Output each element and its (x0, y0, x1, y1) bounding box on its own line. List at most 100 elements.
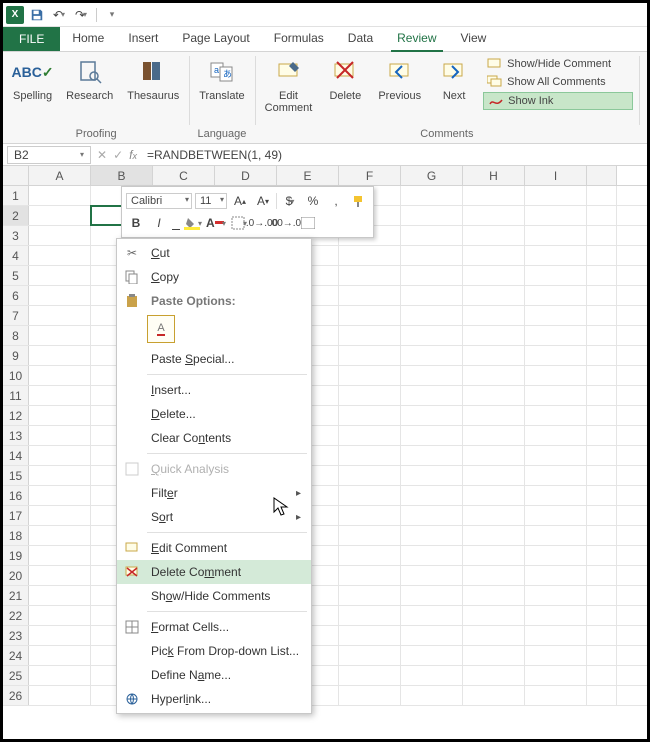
cell-F5[interactable] (339, 266, 401, 285)
protect-sheet-button[interactable]: Protect Sheet (645, 54, 650, 116)
rowheader-15[interactable]: 15 (3, 466, 29, 485)
cell-F12[interactable] (339, 406, 401, 425)
cell-H24[interactable] (463, 646, 525, 665)
cell-I12[interactable] (525, 406, 587, 425)
enter-icon[interactable]: ✓ (113, 148, 123, 162)
rowheader-14[interactable]: 14 (3, 446, 29, 465)
cell-I16[interactable] (525, 486, 587, 505)
cell-A10[interactable] (29, 366, 91, 385)
undo-icon[interactable]: ↶▾ (50, 6, 68, 24)
cell-I2[interactable] (525, 206, 587, 225)
rowheader-3[interactable]: 3 (3, 226, 29, 245)
cell-A15[interactable] (29, 466, 91, 485)
cell-I6[interactable] (525, 286, 587, 305)
rowheader-18[interactable]: 18 (3, 526, 29, 545)
cell-F10[interactable] (339, 366, 401, 385)
cell-H21[interactable] (463, 586, 525, 605)
cell-A4[interactable] (29, 246, 91, 265)
col-D[interactable]: D (215, 166, 277, 185)
rowheader-12[interactable]: 12 (3, 406, 29, 425)
cell-G25[interactable] (401, 666, 463, 685)
cell-F24[interactable] (339, 646, 401, 665)
customize-qat-icon[interactable]: ▾ (103, 6, 121, 24)
rowheader-10[interactable]: 10 (3, 366, 29, 385)
cell-F23[interactable] (339, 626, 401, 645)
cell-G3[interactable] (401, 226, 463, 245)
cell-H7[interactable] (463, 306, 525, 325)
cell-A12[interactable] (29, 406, 91, 425)
cell-G17[interactable] (401, 506, 463, 525)
col-F[interactable]: F (339, 166, 401, 185)
rowheader-19[interactable]: 19 (3, 546, 29, 565)
cell-G13[interactable] (401, 426, 463, 445)
underline-icon[interactable] (172, 216, 180, 230)
merge-icon[interactable] (298, 213, 318, 233)
cell-A11[interactable] (29, 386, 91, 405)
cell-A19[interactable] (29, 546, 91, 565)
ctx-copy[interactable]: Copy (117, 265, 311, 289)
ctx-filter[interactable]: Filter▸ (117, 481, 311, 505)
cell-G22[interactable] (401, 606, 463, 625)
ctx-sort[interactable]: Sort▸ (117, 505, 311, 529)
cell-I1[interactable] (525, 186, 587, 205)
ctx-hyperlink[interactable]: Hyperlink... (117, 687, 311, 711)
ctx-paste-special[interactable]: Paste Special... (117, 347, 311, 371)
font-size-combo[interactable]: 11 (195, 193, 227, 209)
rowheader-17[interactable]: 17 (3, 506, 29, 525)
cell-H13[interactable] (463, 426, 525, 445)
rowheader-5[interactable]: 5 (3, 266, 29, 285)
col-B[interactable]: B (91, 166, 153, 185)
tab-formulas[interactable]: Formulas (262, 27, 336, 51)
rowheader-8[interactable]: 8 (3, 326, 29, 345)
cell-G18[interactable] (401, 526, 463, 545)
ctx-delete[interactable]: Delete... (117, 402, 311, 426)
next-comment-button[interactable]: Next (431, 54, 477, 116)
font-family-combo[interactable]: Calibri (126, 193, 192, 209)
rowheader-4[interactable]: 4 (3, 246, 29, 265)
cell-A18[interactable] (29, 526, 91, 545)
decrease-font-icon[interactable]: A▾ (253, 191, 273, 211)
cell-I15[interactable] (525, 466, 587, 485)
fx-icon[interactable]: fx (129, 148, 137, 162)
cell-H25[interactable] (463, 666, 525, 685)
format-painter-icon[interactable] (349, 191, 369, 211)
comma-format-icon[interactable]: , (326, 191, 346, 211)
tab-data[interactable]: Data (336, 27, 385, 51)
previous-comment-button[interactable]: Previous (374, 54, 425, 116)
cell-A14[interactable] (29, 446, 91, 465)
rowheader-25[interactable]: 25 (3, 666, 29, 685)
cell-G1[interactable] (401, 186, 463, 205)
cell-A21[interactable] (29, 586, 91, 605)
ctx-delete-comment[interactable]: Delete Comment (117, 560, 311, 584)
cell-I14[interactable] (525, 446, 587, 465)
tab-insert[interactable]: Insert (116, 27, 170, 51)
spelling-button[interactable]: ABC✓ Spelling (9, 54, 56, 104)
cell-F20[interactable] (339, 566, 401, 585)
redo-icon[interactable]: ↷▾ (72, 6, 90, 24)
ctx-clear-contents[interactable]: Clear Contents (117, 426, 311, 450)
rowheader-20[interactable]: 20 (3, 566, 29, 585)
cell-G9[interactable] (401, 346, 463, 365)
cell-A1[interactable] (29, 186, 91, 205)
cell-A8[interactable] (29, 326, 91, 345)
show-ink-button[interactable]: Show Ink (483, 92, 633, 110)
cell-F16[interactable] (339, 486, 401, 505)
paste-keep-source-icon[interactable]: A (147, 315, 175, 343)
cell-F25[interactable] (339, 666, 401, 685)
col-I[interactable]: I (525, 166, 587, 185)
edit-comment-button[interactable]: Edit Comment (261, 54, 317, 116)
cell-H5[interactable] (463, 266, 525, 285)
col-E[interactable]: E (277, 166, 339, 185)
show-hide-comment-button[interactable]: Show/Hide Comment (483, 56, 633, 72)
cell-I18[interactable] (525, 526, 587, 545)
cell-G6[interactable] (401, 286, 463, 305)
cell-F22[interactable] (339, 606, 401, 625)
research-button[interactable]: Research (62, 54, 117, 104)
cell-F19[interactable] (339, 546, 401, 565)
cell-F14[interactable] (339, 446, 401, 465)
cell-I11[interactable] (525, 386, 587, 405)
name-box[interactable]: B2▾ (7, 146, 91, 164)
ctx-cut[interactable]: ✂ Cut (117, 241, 311, 265)
cell-H14[interactable] (463, 446, 525, 465)
cell-F18[interactable] (339, 526, 401, 545)
